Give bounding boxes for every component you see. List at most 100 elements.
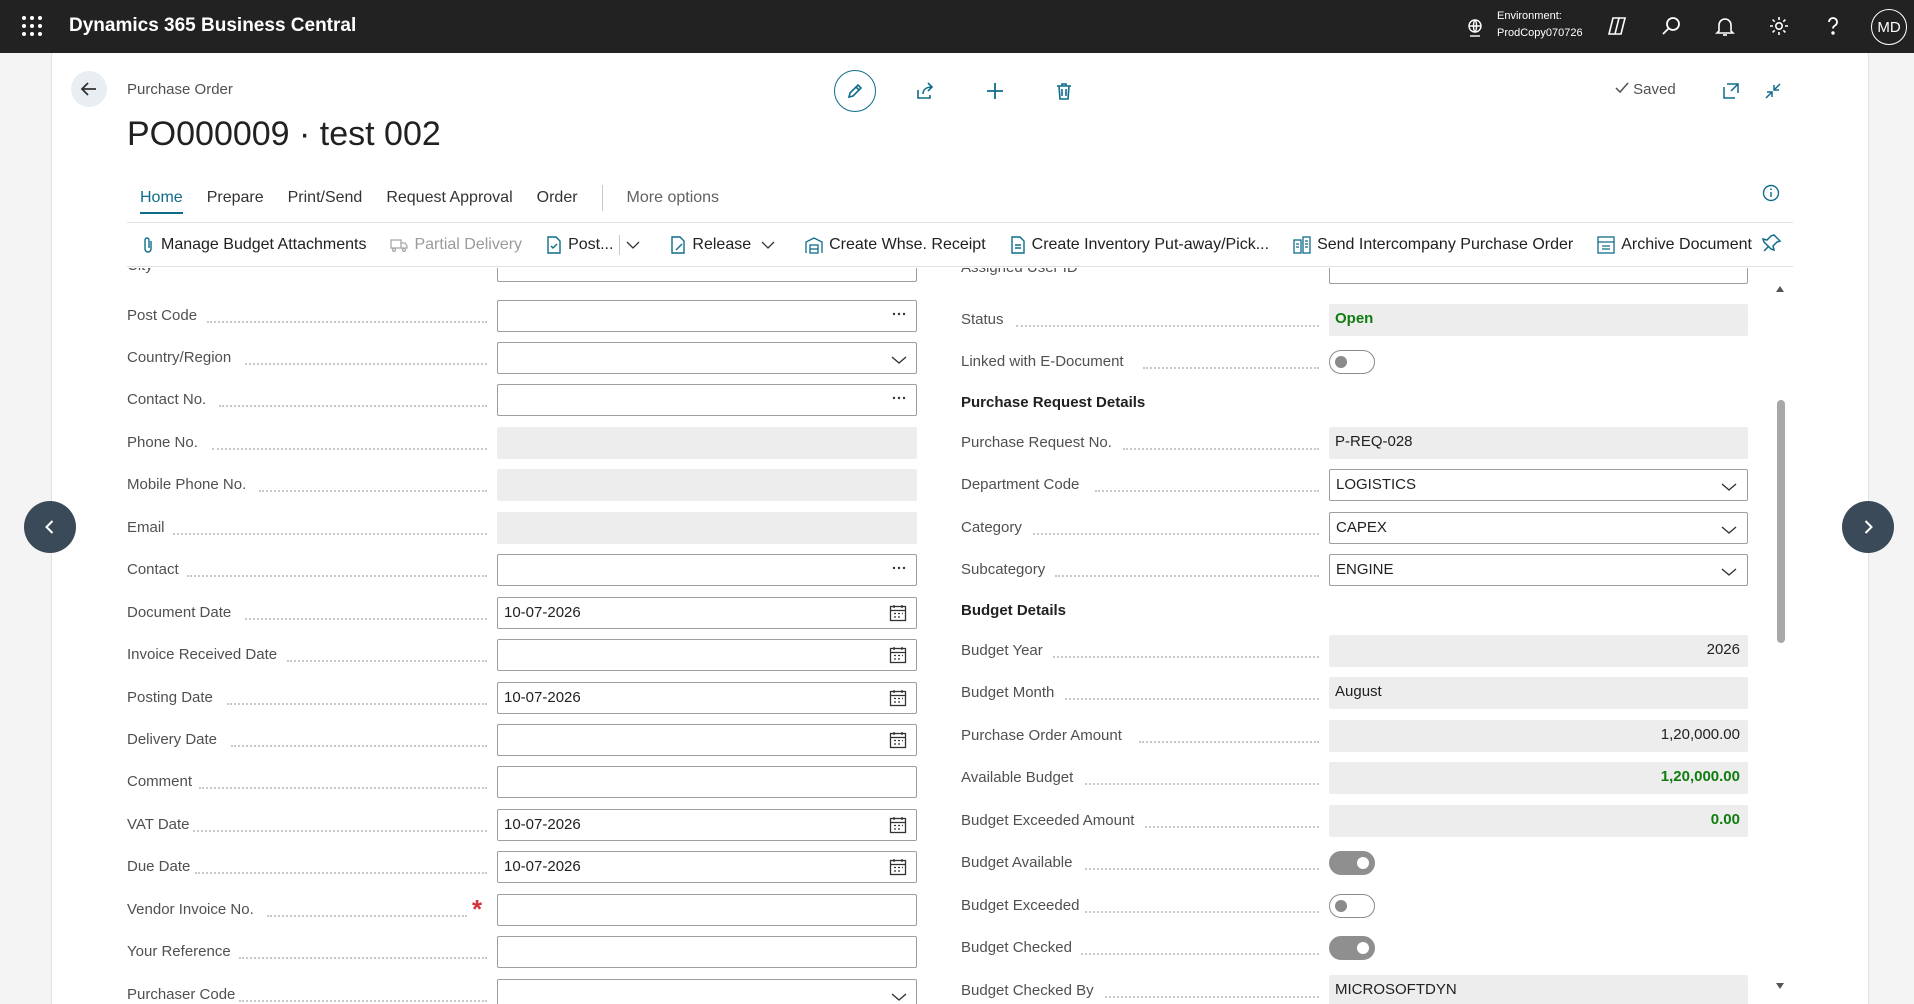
status-value: Open xyxy=(1329,304,1748,336)
collapse-button[interactable] xyxy=(1752,70,1794,112)
chevron-down-icon[interactable] xyxy=(1721,479,1737,497)
contact-input[interactable] xyxy=(497,554,917,586)
tab-prepare[interactable]: Prepare xyxy=(207,189,264,207)
budget-details-header[interactable]: Budget Details xyxy=(961,602,1066,619)
budget-available-toggle[interactable] xyxy=(1329,851,1375,875)
purchase-request-no-value: P-REQ-028 xyxy=(1329,427,1748,459)
copilot-icon[interactable] xyxy=(1603,12,1631,40)
release-action[interactable]: Release xyxy=(670,236,781,254)
city-input[interactable] xyxy=(497,268,917,282)
field-subcategory: Subcategory ENGINE xyxy=(961,554,1748,586)
posting-date-input[interactable]: 10-07-2026 xyxy=(497,682,917,714)
field-purchase-order-amount: Purchase Order Amount 1,20,000.00 xyxy=(961,720,1748,752)
app-name[interactable]: Dynamics 365 Business Central xyxy=(69,15,356,37)
info-icon[interactable] xyxy=(1762,184,1780,202)
scrollbar-thumb[interactable] xyxy=(1777,400,1785,643)
user-avatar[interactable]: MD xyxy=(1871,9,1907,45)
archive-icon xyxy=(1597,235,1615,254)
document-date-input[interactable]: 10-07-2026 xyxy=(497,597,917,629)
lookup-ellipsis-icon[interactable] xyxy=(891,560,907,581)
post-code-input[interactable] xyxy=(497,300,917,332)
budget-checked-label: Budget Checked xyxy=(961,939,1072,956)
purchaser-code-select[interactable] xyxy=(497,979,917,1004)
tab-request-approval[interactable]: Request Approval xyxy=(386,189,512,207)
more-options-tab[interactable]: More options xyxy=(627,189,720,207)
field-budget-available: Budget Available xyxy=(961,847,1748,879)
post-dropdown[interactable] xyxy=(619,234,646,255)
next-record-button[interactable] xyxy=(1842,501,1894,553)
phone-no-value xyxy=(497,427,917,459)
field-document-date: Document Date 10-07-2026 xyxy=(127,597,917,629)
archive-document-action[interactable]: Archive Document xyxy=(1597,236,1752,254)
category-select[interactable]: CAPEX xyxy=(1329,512,1748,544)
chevron-down-icon[interactable] xyxy=(1721,564,1737,582)
assigned-user-id-select[interactable] xyxy=(1329,268,1748,284)
budget-checked-toggle[interactable] xyxy=(1329,936,1375,960)
lookup-ellipsis-icon[interactable] xyxy=(891,306,907,327)
purchase-order-amount-label: Purchase Order Amount xyxy=(961,727,1122,744)
pin-action-bar-icon[interactable] xyxy=(1761,233,1782,258)
delivery-date-input[interactable] xyxy=(497,724,917,756)
subcategory-select[interactable]: ENGINE xyxy=(1329,554,1748,586)
department-code-select[interactable]: LOGISTICS xyxy=(1329,469,1748,501)
email-value xyxy=(497,512,917,544)
field-purchase-request-no: Purchase Request No. P-REQ-028 xyxy=(961,427,1748,459)
search-icon[interactable] xyxy=(1657,12,1685,40)
country-region-select[interactable] xyxy=(497,342,917,374)
app-launcher-icon[interactable] xyxy=(20,14,44,38)
label-leader xyxy=(1145,826,1319,828)
label-leader xyxy=(1105,996,1319,998)
budget-exceeded-amount-value: 0.00 xyxy=(1329,805,1748,837)
lookup-ellipsis-icon[interactable] xyxy=(891,390,907,411)
delete-button[interactable] xyxy=(1043,70,1085,112)
available-budget-label: Available Budget xyxy=(961,769,1074,786)
back-button[interactable] xyxy=(71,71,107,107)
calendar-icon[interactable] xyxy=(889,646,907,669)
create-inventory-putaway-action[interactable]: Create Inventory Put-away/Pick... xyxy=(1010,236,1269,254)
post-action[interactable]: Post... xyxy=(546,234,646,255)
saved-status: Saved xyxy=(1615,81,1676,98)
comment-input[interactable] xyxy=(497,766,917,798)
chevron-down-icon[interactable] xyxy=(891,989,907,1004)
calendar-icon[interactable] xyxy=(889,689,907,712)
purchase-request-details-header[interactable]: Purchase Request Details xyxy=(961,394,1145,411)
calendar-icon[interactable] xyxy=(889,858,907,881)
manage-budget-attachments-action[interactable]: Manage Budget Attachments xyxy=(141,236,366,254)
notifications-bell-icon[interactable] xyxy=(1711,12,1739,40)
help-icon[interactable] xyxy=(1819,12,1847,40)
edit-button[interactable] xyxy=(834,70,876,112)
partial-delivery-action[interactable]: Partial Delivery xyxy=(390,236,522,254)
chevron-down-icon[interactable] xyxy=(891,352,907,370)
linked-with-e-document-toggle[interactable] xyxy=(1329,350,1375,374)
country-region-label: Country/Region xyxy=(127,349,232,366)
send-intercompany-purchase-order-action[interactable]: Send Intercompany Purchase Order xyxy=(1293,236,1573,254)
settings-gear-icon[interactable] xyxy=(1765,12,1793,40)
new-button[interactable] xyxy=(974,70,1016,112)
calendar-icon[interactable] xyxy=(889,816,907,839)
vendor-invoice-no-input[interactable] xyxy=(497,894,917,926)
share-button[interactable] xyxy=(904,70,946,112)
your-reference-input[interactable] xyxy=(497,936,917,968)
invoice-received-date-input[interactable] xyxy=(497,639,917,671)
label-leader xyxy=(239,1000,487,1002)
mobile-phone-no-value xyxy=(497,469,917,501)
calendar-icon[interactable] xyxy=(889,731,907,754)
create-whse-receipt-action[interactable]: Create Whse. Receipt xyxy=(805,236,986,254)
budget-exceeded-toggle[interactable] xyxy=(1329,894,1375,918)
field-budget-checked: Budget Checked xyxy=(961,932,1748,964)
chevron-down-icon[interactable] xyxy=(1721,522,1737,540)
release-dropdown[interactable] xyxy=(761,240,781,250)
tab-home[interactable]: Home xyxy=(140,189,183,214)
tab-print-send[interactable]: Print/Send xyxy=(288,189,363,207)
field-posting-date: Posting Date 10-07-2026 xyxy=(127,682,917,714)
contact-no-input[interactable] xyxy=(497,384,917,416)
calendar-icon[interactable] xyxy=(889,604,907,627)
send-intercompany-label: Send Intercompany Purchase Order xyxy=(1317,235,1574,253)
vat-date-input[interactable]: 10-07-2026 xyxy=(497,809,917,841)
tab-order[interactable]: Order xyxy=(537,189,578,207)
label-leader xyxy=(1053,656,1319,658)
previous-record-button[interactable] xyxy=(24,501,76,553)
due-date-input[interactable]: 10-07-2026 xyxy=(497,851,917,883)
label-leader xyxy=(259,490,487,492)
open-new-window-button[interactable] xyxy=(1710,70,1752,112)
